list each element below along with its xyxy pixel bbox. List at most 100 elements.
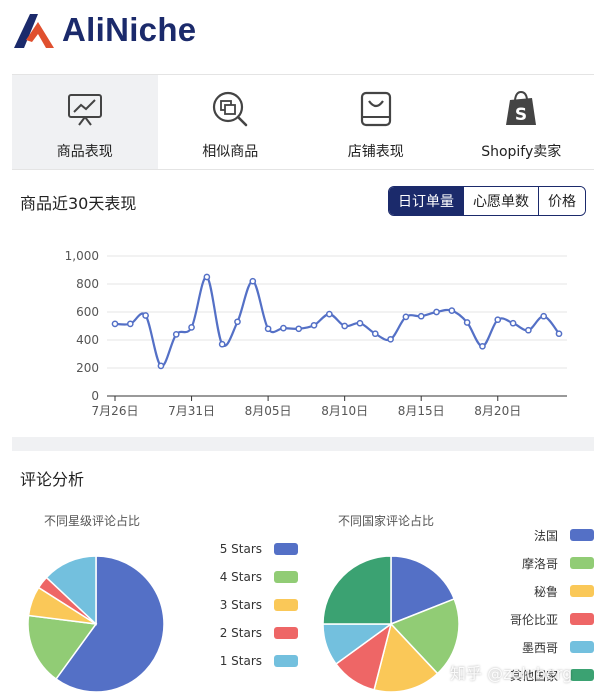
search-product-icon — [213, 91, 248, 127]
series-line — [114, 275, 560, 368]
legend-swatch — [570, 585, 594, 597]
legend-swatch — [570, 641, 594, 653]
tab-similar-products[interactable]: 相似商品 — [158, 75, 304, 169]
legend-swatch — [274, 571, 298, 583]
legend-swatch — [274, 655, 298, 667]
star-pie-title: 不同星级评论占比 — [44, 514, 141, 528]
shopify-bag-icon: S — [506, 90, 537, 125]
data-point[interactable] — [142, 312, 149, 319]
legend-label: 3 Stars — [219, 598, 262, 612]
chart-grid — [107, 255, 567, 397]
data-point[interactable] — [280, 324, 287, 332]
chart-board-icon — [67, 94, 102, 126]
tab-label: Shopify卖家 — [481, 144, 562, 160]
data-point[interactable] — [310, 321, 318, 329]
data-point[interactable] — [111, 320, 119, 328]
tab-store-performance[interactable]: 店铺表现 — [303, 75, 449, 169]
toggle-price[interactable]: 价格 — [538, 187, 585, 215]
x-tick-label: 8月05日 — [245, 404, 292, 418]
data-point[interactable] — [188, 324, 195, 331]
data-point[interactable] — [463, 319, 471, 326]
data-point[interactable] — [448, 307, 456, 314]
series-points — [111, 273, 563, 370]
tab-label: 店铺表现 — [347, 144, 404, 160]
legend-swatch — [274, 627, 298, 639]
legend-item[interactable]: 法国 — [476, 521, 594, 549]
toggle-wishlist-count[interactable]: 心愿单数 — [463, 187, 538, 215]
legend-swatch — [570, 669, 594, 681]
data-point[interactable] — [341, 322, 349, 330]
data-point[interactable] — [417, 312, 425, 320]
data-point[interactable] — [249, 277, 257, 285]
legend-swatch — [274, 599, 298, 611]
tab-shopify-sellers[interactable]: S Shopify卖家 — [449, 75, 595, 169]
legend-item[interactable]: 4 Stars — [200, 563, 298, 591]
reviews-title: 评论分析 — [20, 470, 85, 489]
legend-swatch — [274, 543, 298, 555]
legend-label: 2 Stars — [219, 626, 262, 640]
legend-label: 秘鲁 — [533, 584, 558, 599]
tab-label: 商品表现 — [56, 144, 113, 160]
legend-label: 4 Stars — [219, 570, 262, 584]
data-point[interactable] — [540, 312, 548, 320]
y-tick-label: 800 — [76, 277, 99, 291]
data-point[interactable] — [172, 331, 180, 338]
tab-label: 相似商品 — [202, 144, 259, 160]
legend-swatch — [570, 529, 594, 541]
legend-item[interactable]: 秘鲁 — [476, 577, 594, 605]
x-tick-label: 8月15日 — [398, 404, 445, 418]
legend-item[interactable]: 3 Stars — [200, 591, 298, 619]
legend-item[interactable]: 摩洛哥 — [476, 549, 594, 577]
shop-icon — [360, 91, 391, 127]
data-point[interactable] — [509, 319, 517, 327]
data-point[interactable] — [325, 310, 333, 318]
legend-item[interactable]: 2 Stars — [200, 619, 298, 647]
toggle-daily-orders[interactable]: 日订单量 — [389, 187, 463, 215]
tab-bar: 商品表现 相似商品 店铺表现 S Shopify卖家 — [12, 74, 594, 170]
brand-name: AliNiche — [62, 11, 197, 48]
data-point[interactable] — [356, 319, 364, 327]
star-rating-pie-chart — [27, 555, 165, 693]
metric-toggle-group: 日订单量 心愿单数 价格 — [388, 186, 586, 216]
pie-slice[interactable] — [322, 555, 392, 625]
data-point[interactable] — [157, 362, 165, 370]
data-point[interactable] — [203, 273, 211, 281]
data-point[interactable] — [218, 340, 226, 348]
data-point[interactable] — [371, 330, 379, 338]
tab-product-performance[interactable]: 商品表现 — [12, 75, 158, 169]
legend-swatch — [570, 557, 594, 569]
legend-label: 法国 — [533, 528, 558, 543]
data-point[interactable] — [264, 325, 272, 333]
legend-label: 哥伦比亚 — [509, 612, 558, 627]
section-divider — [12, 437, 594, 451]
data-point[interactable] — [295, 325, 303, 333]
y-tick-label: 400 — [76, 333, 99, 347]
x-tick-label: 7月31日 — [168, 404, 215, 418]
orders-line-chart: 0 200 400 600 800 1,000 7月26日 7月31日 8月05日 8月10日 8… — [65, 249, 567, 418]
brand-logo[interactable]: AliNiche — [12, 10, 196, 50]
data-point[interactable] — [126, 320, 134, 328]
y-tick-label: 600 — [76, 305, 99, 319]
y-tick-label: 0 — [91, 389, 99, 403]
legend-item[interactable]: 5 Stars — [200, 535, 298, 563]
data-point[interactable] — [479, 342, 486, 350]
data-point[interactable] — [402, 313, 410, 321]
x-tick-label: 8月10日 — [321, 404, 368, 418]
x-axis-ticks: 7月26日 7月31日 8月05日 8月10日 8月15日 8月20日 — [92, 396, 521, 418]
svg-text:S: S — [515, 105, 527, 125]
legend-swatch — [570, 613, 594, 625]
data-point[interactable] — [234, 318, 241, 326]
legend-item[interactable]: 1 Stars — [200, 647, 298, 675]
legend-label: 摩洛哥 — [521, 556, 558, 571]
star-pie-legend: 5 Stars 4 Stars 3 Stars 2 Stars 1 Stars — [200, 535, 298, 675]
data-point[interactable] — [387, 335, 394, 343]
data-point[interactable] — [494, 316, 502, 324]
y-tick-label: 1,000 — [65, 249, 99, 263]
data-point[interactable] — [433, 308, 440, 316]
data-point[interactable] — [525, 326, 532, 334]
aliniche-logo-icon — [14, 14, 54, 48]
data-point[interactable] — [555, 330, 563, 338]
legend-item[interactable]: 墨西哥 — [476, 633, 594, 661]
y-axis-ticks: 0 200 400 600 800 1,000 — [65, 249, 99, 403]
legend-item[interactable]: 哥伦比亚 — [476, 605, 594, 633]
